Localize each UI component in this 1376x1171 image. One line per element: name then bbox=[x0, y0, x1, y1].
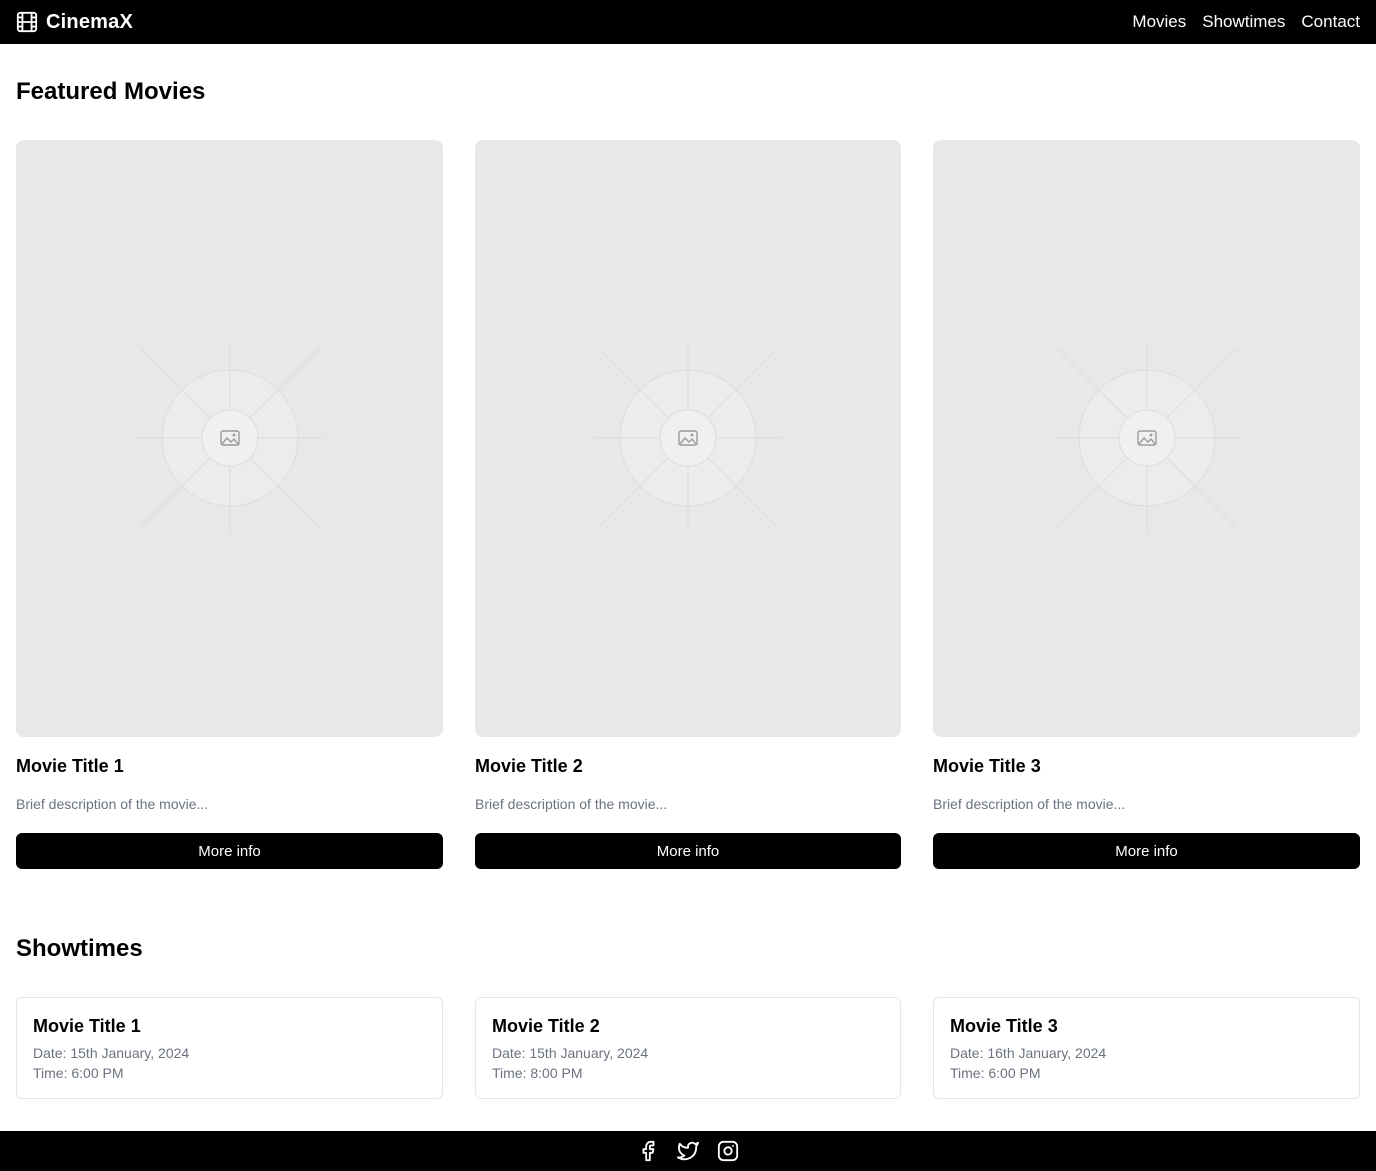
showtime-time: Time: 6:00 PM bbox=[33, 1065, 124, 1081]
showtime-time: Time: 8:00 PM bbox=[492, 1065, 583, 1081]
showtime-card: Movie Title 1 Date: 15th January, 2024 T… bbox=[16, 997, 443, 1099]
film-icon bbox=[16, 11, 38, 33]
more-info-button[interactable]: More info bbox=[475, 833, 901, 869]
nav-link-movies[interactable]: Movies bbox=[1132, 12, 1186, 32]
facebook-icon[interactable] bbox=[635, 1138, 661, 1164]
movie-description: Brief description of the movie... bbox=[933, 796, 1126, 812]
brand-logo[interactable]: CinemaX bbox=[16, 11, 133, 34]
showtimes-heading: Showtimes bbox=[16, 935, 143, 962]
movie-card: Movie Title 3 Brief description of the m… bbox=[933, 140, 1360, 869]
nav-link-contact[interactable]: Contact bbox=[1301, 12, 1360, 32]
top-navbar: CinemaX Movies Showtimes Contact bbox=[0, 0, 1376, 44]
more-info-button[interactable]: More info bbox=[933, 833, 1360, 869]
showtime-card: Movie Title 2 Date: 15th January, 2024 T… bbox=[475, 997, 901, 1099]
showtime-time: Time: 6:00 PM bbox=[950, 1065, 1041, 1081]
more-info-button[interactable]: More info bbox=[16, 833, 443, 869]
movie-title: Movie Title 2 bbox=[475, 756, 583, 776]
movie-poster bbox=[16, 140, 443, 737]
movie-title: Movie Title 3 bbox=[933, 756, 1041, 776]
instagram-icon[interactable] bbox=[715, 1138, 741, 1164]
twitter-icon[interactable] bbox=[675, 1138, 701, 1164]
movie-poster bbox=[933, 140, 1360, 737]
showtime-movie-title: Movie Title 2 bbox=[492, 1016, 600, 1036]
showtime-card: Movie Title 3 Date: 16th January, 2024 T… bbox=[933, 997, 1360, 1099]
movie-poster bbox=[475, 140, 901, 737]
brand-name: CinemaX bbox=[46, 10, 133, 33]
showtime-date: Date: 15th January, 2024 bbox=[33, 1045, 190, 1061]
showtime-movie-title: Movie Title 3 bbox=[950, 1016, 1058, 1036]
nav-link-showtimes[interactable]: Showtimes bbox=[1202, 12, 1285, 32]
image-placeholder-icon bbox=[134, 343, 325, 533]
showtime-date: Date: 15th January, 2024 bbox=[492, 1045, 649, 1061]
showtime-movie-title: Movie Title 1 bbox=[33, 1016, 141, 1036]
showtime-date: Date: 16th January, 2024 bbox=[950, 1045, 1107, 1061]
movie-description: Brief description of the movie... bbox=[475, 796, 668, 812]
movie-title: Movie Title 1 bbox=[16, 756, 124, 776]
image-placeholder-icon bbox=[1051, 343, 1242, 533]
movie-description: Brief description of the movie... bbox=[16, 796, 209, 812]
movie-card: Movie Title 2 Brief description of the m… bbox=[475, 140, 901, 869]
image-placeholder-icon bbox=[593, 343, 783, 533]
main-nav: Movies Showtimes Contact bbox=[1132, 12, 1360, 32]
featured-movies-heading: Featured Movies bbox=[16, 78, 206, 105]
footer bbox=[0, 1131, 1376, 1171]
movie-card: Movie Title 1 Brief description of the m… bbox=[16, 140, 443, 869]
